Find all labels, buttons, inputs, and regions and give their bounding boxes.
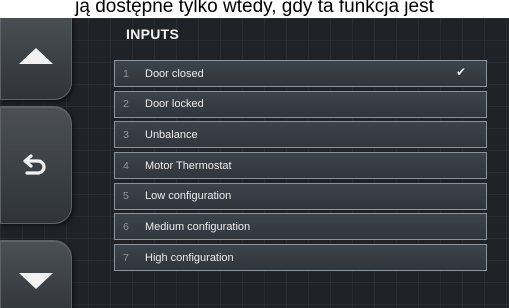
list-item-door-locked[interactable]: 2 Door locked: [114, 90, 487, 118]
checkmark-icon: ✔: [455, 65, 466, 79]
item-label: Unbalance: [145, 128, 198, 141]
item-number: 3: [123, 128, 129, 141]
arrow-down-icon: [19, 273, 53, 289]
scroll-down-button[interactable]: [0, 240, 72, 308]
item-label: Low configuration: [145, 190, 232, 203]
item-number: 5: [123, 190, 129, 203]
list-item-motor-thermostat[interactable]: 4 Motor Thermostat: [114, 152, 487, 180]
page-title: INPUTS: [126, 26, 180, 42]
item-label: Door closed: [145, 67, 204, 80]
list-item-low-configuration[interactable]: 5 Low configuration: [114, 182, 487, 210]
inputs-list: 1 Door closed ✔ 2 Door locked 3 Unbalanc…: [114, 60, 487, 275]
scroll-up-button[interactable]: [0, 18, 72, 100]
list-item-unbalance[interactable]: 3 Unbalance: [114, 121, 487, 149]
item-label: High configuration: [145, 251, 234, 264]
list-item-door-closed[interactable]: 1 Door closed ✔: [114, 60, 487, 87]
list-item-high-configuration[interactable]: 7 High configuration: [114, 244, 487, 272]
back-icon: [23, 154, 46, 175]
item-label: Medium configuration: [145, 220, 251, 233]
item-label: Door locked: [145, 98, 204, 111]
item-number: 4: [123, 159, 129, 172]
list-item-medium-configuration[interactable]: 6 Medium configuration: [114, 213, 487, 241]
document-caption: ją dostępne tylko wtedy, gdy ta funkcja …: [75, 0, 434, 17]
arrow-up-icon: [19, 48, 53, 64]
item-label: Motor Thermostat: [145, 159, 232, 172]
item-number: 1: [123, 67, 129, 80]
item-number: 6: [123, 220, 129, 233]
item-number: 7: [123, 251, 129, 264]
control-screen: INPUTS 1 Door closed ✔ 2 Door locked 3 U…: [0, 18, 509, 308]
back-button[interactable]: [0, 106, 72, 224]
item-number: 2: [123, 98, 129, 111]
